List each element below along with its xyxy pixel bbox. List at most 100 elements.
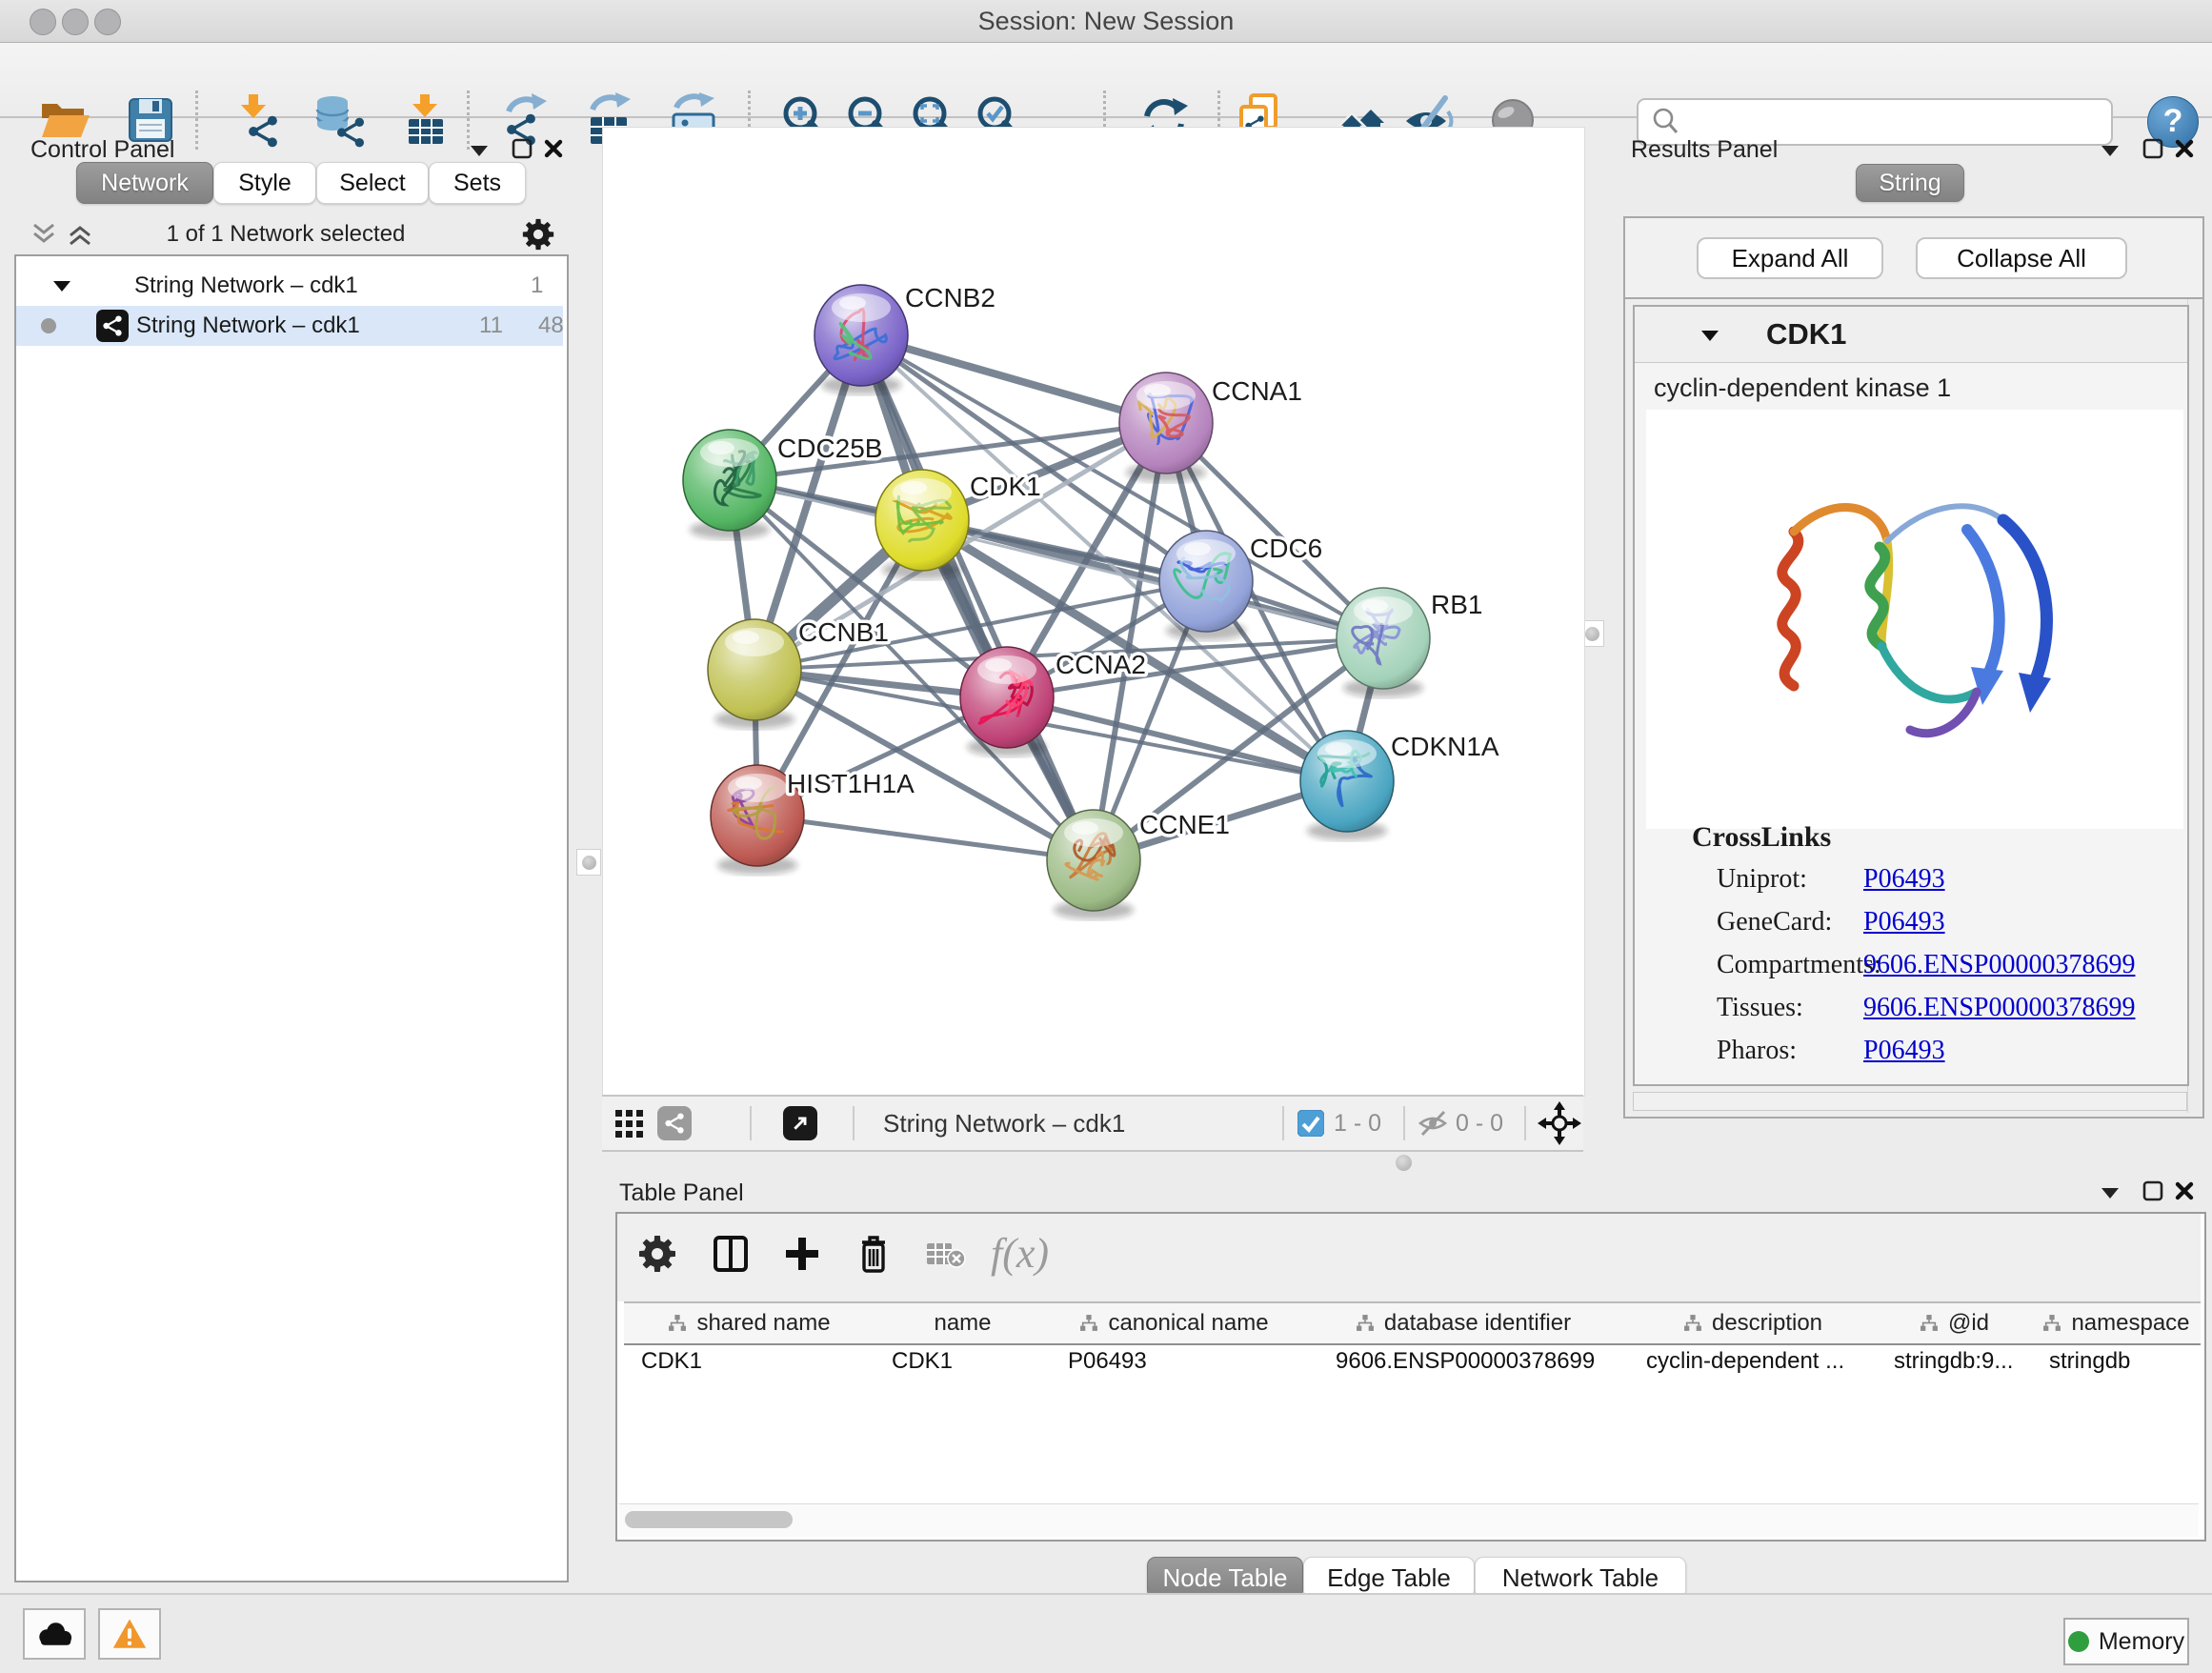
col-header-shared-name[interactable]: shared name bbox=[624, 1301, 875, 1345]
network-node-CCNB1[interactable] bbox=[708, 619, 801, 729]
toolbar-separator bbox=[195, 91, 198, 150]
crosslink-genecard-link[interactable]: P06493 bbox=[1863, 907, 1945, 937]
splitter-dot[interactable] bbox=[1396, 1155, 1412, 1171]
col-header-id[interactable]: @id bbox=[1877, 1301, 2033, 1345]
main-toolbar: ? bbox=[0, 43, 2212, 118]
add-column-icon[interactable] bbox=[783, 1235, 821, 1273]
col-header-database-identifier[interactable]: database identifier bbox=[1297, 1301, 1630, 1345]
show-columns-icon[interactable] bbox=[713, 1235, 749, 1273]
import-network-icon[interactable] bbox=[230, 92, 285, 148]
col-header-name[interactable]: name bbox=[875, 1301, 1052, 1345]
table-panel-close-icon[interactable] bbox=[2174, 1180, 2195, 1201]
crosslink-pharos-link[interactable]: P06493 bbox=[1863, 1036, 1945, 1066]
control-panel-float-icon[interactable] bbox=[511, 137, 533, 160]
crosslink-label: Tissues: bbox=[1717, 993, 1803, 1023]
network-options-gear-icon[interactable] bbox=[522, 218, 554, 251]
crosslink-label: GeneCard: bbox=[1717, 907, 1832, 937]
control-panel-close-icon[interactable] bbox=[543, 138, 564, 159]
tab-style[interactable]: Style bbox=[213, 162, 316, 204]
network-collection-row[interactable]: String Network – cdk1 1 bbox=[16, 266, 563, 306]
network-share-view-icon[interactable] bbox=[657, 1106, 692, 1140]
fit-selected-crosshair-icon[interactable] bbox=[1538, 1101, 1581, 1145]
table-panel-menu-icon[interactable] bbox=[2100, 1185, 2121, 1200]
node-label-CDK1: CDK1 bbox=[970, 472, 1041, 501]
tab-string[interactable]: String bbox=[1856, 164, 1964, 202]
network-node-CCNB2[interactable] bbox=[814, 285, 908, 394]
results-panel-menu-icon[interactable] bbox=[2100, 143, 2121, 158]
gene-expander-icon[interactable] bbox=[1699, 328, 1720, 343]
table-cell[interactable]: CDK1 bbox=[624, 1343, 875, 1380]
network-node-CCNA1[interactable] bbox=[1119, 373, 1213, 482]
network-row[interactable]: String Network – cdk1 11 48 bbox=[16, 306, 563, 346]
detach-view-icon[interactable] bbox=[783, 1106, 817, 1140]
cloud-status-button[interactable] bbox=[23, 1608, 86, 1660]
node-label-CDC6: CDC6 bbox=[1250, 534, 1322, 563]
gene-section: CDK1 cyclin-dependent kinase 1 CrossLink… bbox=[1633, 305, 2189, 1086]
tab-select[interactable]: Select bbox=[316, 162, 429, 204]
table-panel-float-icon[interactable] bbox=[2142, 1179, 2164, 1202]
network-node-RB1[interactable] bbox=[1337, 588, 1430, 697]
tab-network[interactable]: Network bbox=[76, 162, 213, 204]
table-cell[interactable]: 9606.ENSP00000378699 bbox=[1297, 1343, 1629, 1380]
network-status-dot-icon bbox=[41, 318, 56, 333]
expand-all-icon[interactable] bbox=[67, 221, 93, 248]
node-label-CCNA2: CCNA2 bbox=[1056, 650, 1146, 679]
network-selection-status: 1 of 1 Network selected bbox=[114, 221, 457, 248]
control-panel-menu-icon[interactable] bbox=[469, 143, 490, 158]
import-table-icon[interactable] bbox=[397, 92, 452, 148]
window-title: Session: New Session bbox=[0, 0, 2212, 42]
import-network-from-database-icon[interactable] bbox=[312, 92, 368, 148]
tab-sets[interactable]: Sets bbox=[429, 162, 526, 204]
gene-symbol: CDK1 bbox=[1766, 317, 1846, 352]
left-divider-handle[interactable] bbox=[576, 849, 601, 876]
col-header-description[interactable]: description bbox=[1629, 1301, 1878, 1345]
collection-expander-icon[interactable] bbox=[52, 279, 71, 293]
network-canvas[interactable]: CCNB2CCNA1CDC25BCDK1CDC6RB1CCNB1CCNA2CDK… bbox=[602, 127, 1583, 1095]
table-cell[interactable]: stringdb bbox=[2032, 1343, 2201, 1380]
node-label-CDC25B: CDC25B bbox=[777, 433, 882, 463]
warning-status-button[interactable] bbox=[98, 1608, 161, 1660]
crosslinks-title: CrossLinks bbox=[1692, 821, 1831, 854]
toolbar-separator bbox=[750, 1106, 752, 1140]
node-label-CCNA1: CCNA1 bbox=[1212, 376, 1302, 406]
col-header-canonical-name[interactable]: canonical name bbox=[1051, 1301, 1298, 1345]
expand-all-button[interactable]: Expand All bbox=[1697, 237, 1883, 279]
network-node-CCNE1[interactable] bbox=[1047, 810, 1140, 919]
network-label: String Network – cdk1 bbox=[136, 306, 360, 346]
network-node-CDC25B[interactable] bbox=[683, 430, 776, 539]
crosslink-compartments-link[interactable]: 9606.ENSP00000378699 bbox=[1863, 950, 2135, 980]
network-type-icon bbox=[96, 310, 129, 342]
results-horizontal-scrollbar[interactable] bbox=[1633, 1092, 2187, 1111]
crosslink-tissues-link[interactable]: 9606.ENSP00000378699 bbox=[1863, 993, 2135, 1023]
table-scrollbar-thumb[interactable] bbox=[625, 1511, 793, 1528]
col-header-namespace[interactable]: namespace bbox=[2032, 1301, 2201, 1345]
selected-checkbox-icon[interactable] bbox=[1297, 1110, 1324, 1137]
memory-button[interactable]: Memory bbox=[2063, 1618, 2189, 1665]
crosslink-uniprot-link[interactable]: P06493 bbox=[1863, 864, 1945, 895]
hidden-eye-slash-icon[interactable] bbox=[1418, 1110, 1448, 1137]
title-bar: Session: New Session bbox=[0, 0, 2212, 43]
node-label-CCNE1: CCNE1 bbox=[1139, 810, 1230, 839]
results-panel-close-icon[interactable] bbox=[2174, 138, 2195, 159]
collapse-all-icon[interactable] bbox=[30, 221, 57, 248]
table-panel-title: Table Panel bbox=[619, 1179, 744, 1207]
grid-view-icon[interactable] bbox=[615, 1110, 644, 1139]
table-cell[interactable]: stringdb:9... bbox=[1877, 1343, 2032, 1380]
memory-status-dot-icon bbox=[2068, 1631, 2089, 1652]
network-node-CDKN1A[interactable] bbox=[1300, 731, 1394, 840]
group-icon bbox=[1356, 1315, 1375, 1332]
table-cell[interactable]: cyclin-dependent ... bbox=[1629, 1343, 1877, 1380]
delete-table-icon[interactable] bbox=[926, 1240, 966, 1269]
node-label-HIST1H1A: HIST1H1A bbox=[787, 769, 915, 798]
table-cell[interactable]: P06493 bbox=[1051, 1343, 1297, 1380]
gene-section-header[interactable]: CDK1 bbox=[1635, 307, 2187, 363]
table-options-gear-icon[interactable] bbox=[638, 1235, 676, 1273]
protein-structure-image bbox=[1646, 410, 2183, 829]
table-cell[interactable]: CDK1 bbox=[875, 1343, 1051, 1380]
collapse-all-button[interactable]: Collapse All bbox=[1916, 237, 2127, 279]
function-builder-icon[interactable]: f(x) bbox=[991, 1229, 1049, 1278]
delete-column-icon[interactable] bbox=[856, 1233, 891, 1275]
results-panel-float-icon[interactable] bbox=[2142, 137, 2164, 160]
crosslink-label: Pharos: bbox=[1717, 1036, 1797, 1066]
hidden-count: 0 - 0 bbox=[1456, 1097, 1503, 1150]
